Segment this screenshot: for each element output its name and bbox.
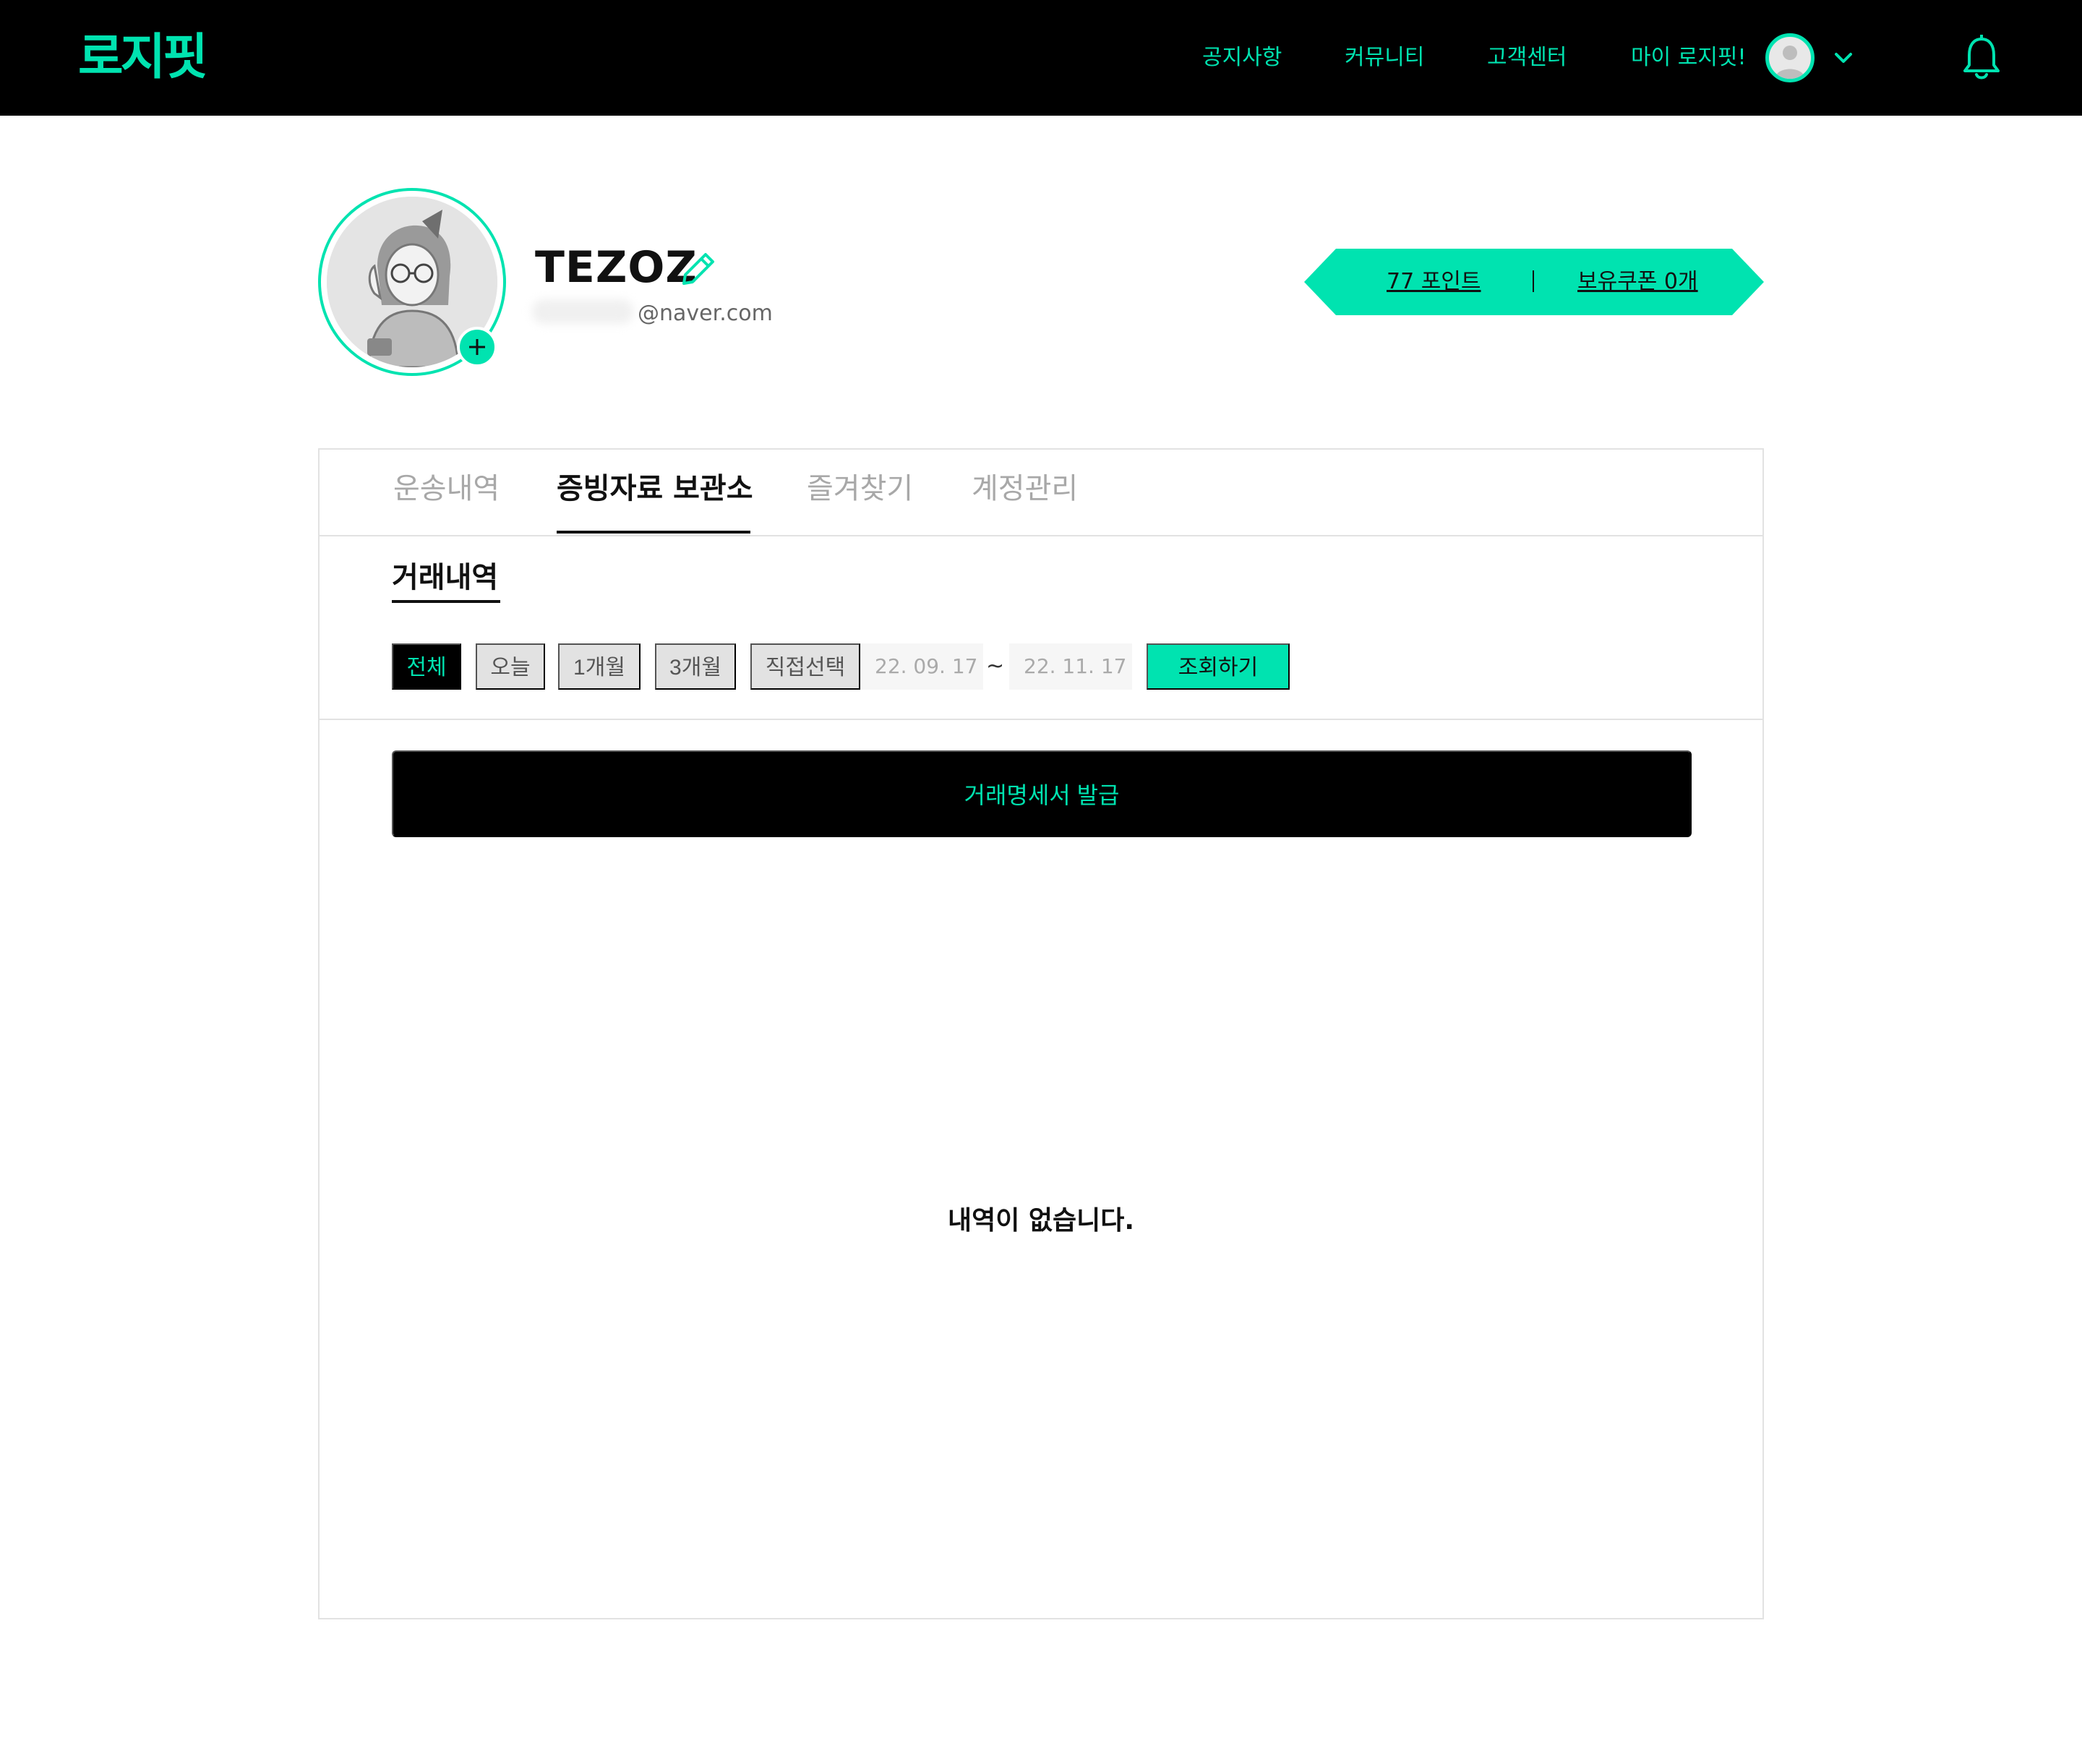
filter-custom-button[interactable]: 직접선택 [750,643,860,690]
filter-3month-button[interactable]: 3개월 [655,643,736,690]
search-button[interactable]: 조회하기 [1147,643,1290,690]
coupons-link[interactable]: 보유쿠폰 0개 [1577,267,1698,296]
filter-1month-button[interactable]: 1개월 [558,643,641,690]
bell-icon[interactable] [1961,35,2002,81]
plus-icon [469,339,485,355]
username: TEZOZ [535,242,698,293]
section-title-underline [392,600,500,603]
main-panel: 운송내역 증빙자료 보관소 즐겨찾기 계정관리 거래내역 전체 오늘 1개월 3… [318,448,1764,1619]
email-domain: @naver.com [638,301,773,326]
points-link[interactable]: 77 포인트 [1387,267,1481,296]
nav-notice[interactable]: 공지사항 [1202,42,1282,74]
active-tab-indicator [557,531,750,534]
nav-my-logifit[interactable]: 마이 로지핏! [1631,42,1747,74]
filter-today-button[interactable]: 오늘 [476,643,545,690]
email-redacted [532,299,633,324]
pencil-icon[interactable] [677,249,719,291]
top-nav-bar: 로지핏 공지사항 커뮤니티 고객센터 마이 로지핏! [0,0,2082,116]
tab-account-settings[interactable]: 계정관리 [972,468,1078,509]
tabs-divider [320,535,1762,536]
filter-divider [320,719,1762,720]
empty-state-message: 내역이 없습니다. [947,1206,1135,1236]
points-divider [1533,270,1534,292]
add-photo-button[interactable] [457,327,497,367]
section-title: 거래내역 [392,561,499,594]
date-separator: ~ [986,654,1005,679]
logo[interactable]: 로지핏 [78,26,208,90]
tab-favorites[interactable]: 즐겨찾기 [807,468,913,509]
avatar[interactable] [1765,33,1815,82]
issue-statement-button[interactable]: 거래명세서 발급 [392,750,1692,837]
chevron-down-icon[interactable] [1832,46,1855,69]
nav-community[interactable]: 커뮤니티 [1345,42,1424,74]
date-to-input[interactable]: 22. 11. 17 [1009,643,1132,690]
date-from-input[interactable]: 22. 09. 17 [860,643,983,690]
nav-customer-center[interactable]: 고객센터 [1487,42,1567,74]
filter-all-button[interactable]: 전체 [392,643,461,690]
tab-shipping-history[interactable]: 운송내역 [393,468,500,509]
tab-evidence-storage[interactable]: 증빙자료 보관소 [557,468,753,509]
points-banner: 77 포인트 보유쿠폰 0개 [1304,249,1764,315]
